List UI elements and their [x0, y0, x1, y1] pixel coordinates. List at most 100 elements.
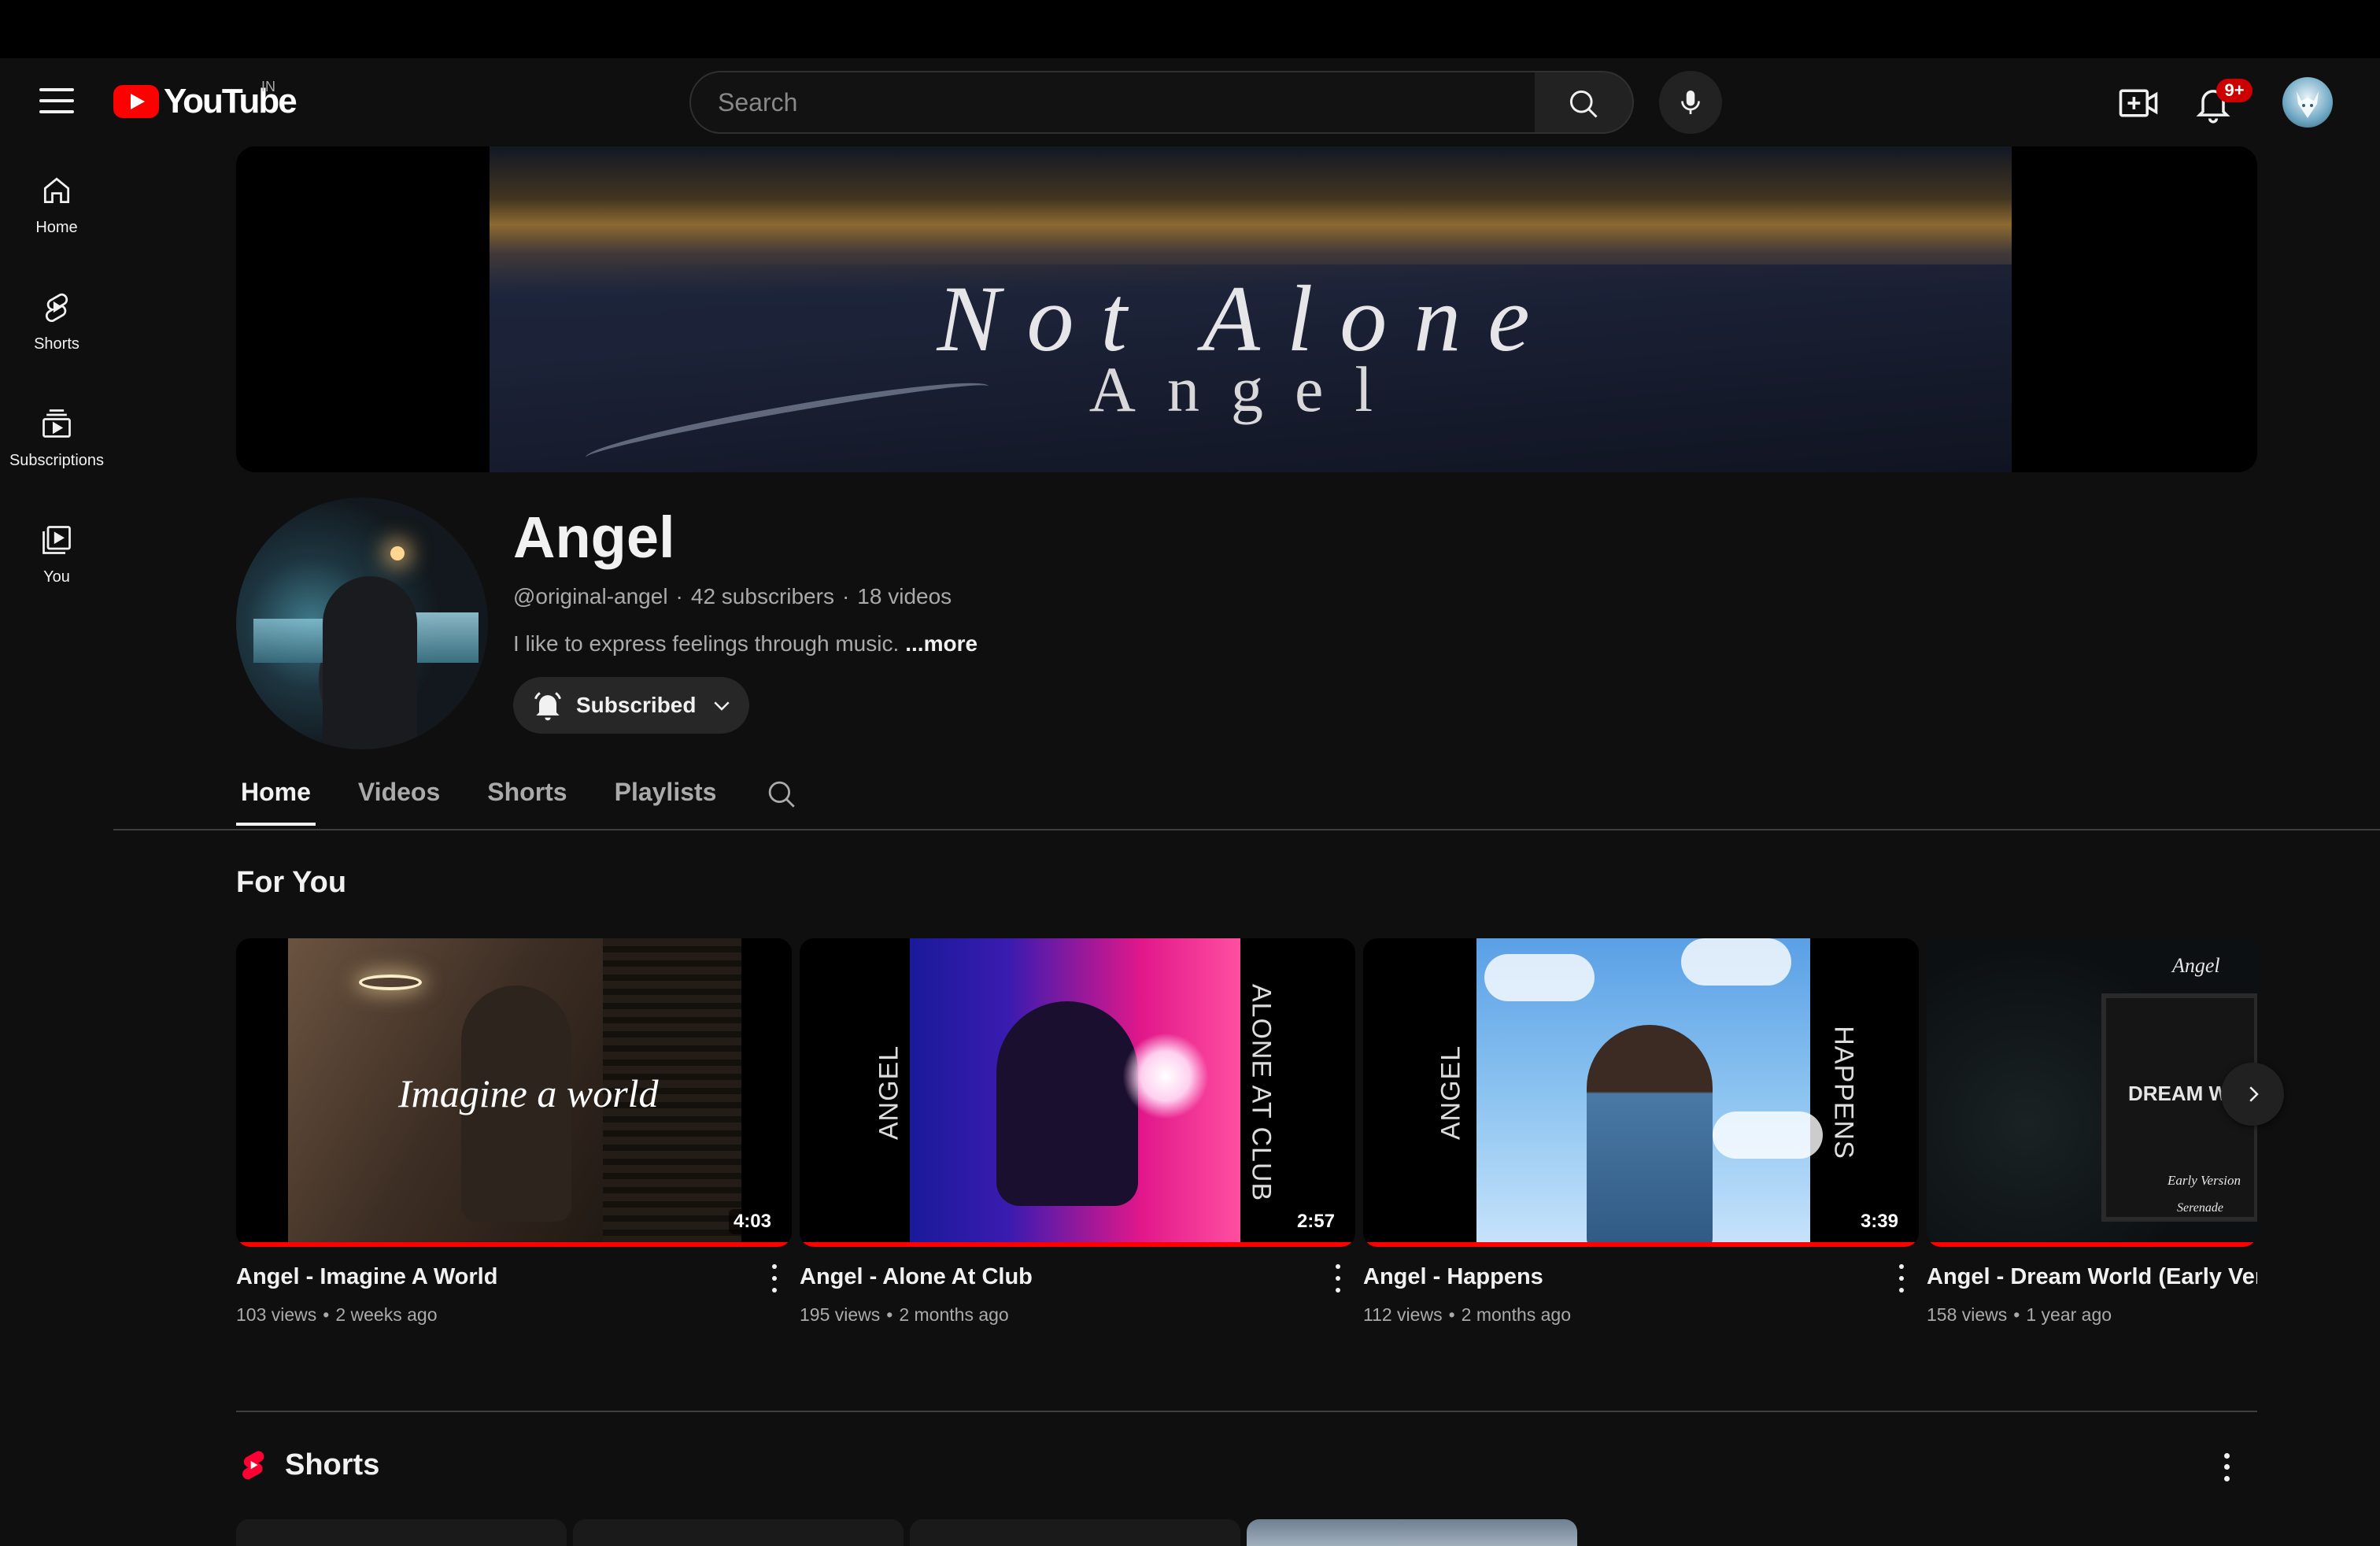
guide-item-subscriptions[interactable]: Subscriptions — [0, 379, 113, 496]
tab-home[interactable]: Home — [236, 765, 316, 826]
more-actions-icon[interactable] — [1330, 1261, 1346, 1296]
guide-item-you[interactable]: You — [0, 496, 113, 612]
short-card[interactable] — [1247, 1519, 1577, 1546]
thumbnail-art: Imagine a world — [288, 938, 741, 1247]
logo-text: YouTube — [164, 82, 298, 120]
thumb-cloud — [1713, 1111, 1823, 1159]
video-thumbnail[interactable]: Imagine a world 4:03 — [236, 938, 792, 1247]
view-count: 195 views — [800, 1304, 881, 1325]
guide-label-you: You — [43, 568, 70, 586]
video-duration: 2:57 — [1292, 1209, 1340, 1234]
guide-item-home[interactable]: Home — [0, 146, 113, 263]
notification-badge: 9+ — [2216, 79, 2252, 102]
more-actions-icon[interactable] — [767, 1261, 782, 1296]
video-card[interactable]: Angel DREAM W Early Version Serenade Ang… — [1927, 938, 2257, 1326]
thumbnail-text-mid: DREAM W — [2128, 1082, 2229, 1105]
thumbnail-text-bottom: Serenade — [2177, 1201, 2223, 1215]
avatar-monitor-left — [253, 619, 326, 663]
view-count: 112 views — [1363, 1304, 1443, 1325]
short-card[interactable] — [910, 1519, 1240, 1546]
thumb-light — [1122, 1033, 1209, 1119]
thumbnail-art — [1476, 938, 1823, 1247]
upload-age: 2 months ago — [899, 1304, 1009, 1325]
channel-handle[interactable]: @original-angel — [513, 584, 668, 609]
channel-banner: Not Alone Angel — [236, 146, 2257, 472]
subscriptions-icon — [42, 409, 71, 438]
account-avatar[interactable] — [2282, 77, 2333, 128]
shelf-next-button[interactable] — [2221, 1063, 2284, 1126]
voice-search-button[interactable] — [1659, 71, 1722, 134]
channel-search-button[interactable] — [765, 778, 798, 815]
avatar-lamp — [390, 546, 405, 560]
thumbnail-side-text-left: ANGEL — [1436, 1045, 1466, 1141]
thumbnail-side-text-right: HAPPENS — [1828, 1026, 1859, 1160]
video-title[interactable]: Angel - Dream World (Early Versio — [1927, 1264, 2257, 1290]
video-thumbnail[interactable]: ANGEL HAPPENS 3:39 — [1363, 938, 1919, 1247]
view-count: 158 views — [1927, 1304, 2008, 1325]
video-thumbnail[interactable]: ANGEL ALONE AT CLUB 2:57 — [800, 938, 1355, 1247]
video-meta: 103 views • 2 weeks ago — [236, 1304, 792, 1326]
thumb-figure — [1587, 1025, 1713, 1247]
video-card[interactable]: ANGEL ALONE AT CLUB 2:57 Angel - Alone A… — [800, 938, 1355, 1326]
menu-icon[interactable] — [39, 88, 74, 117]
video-meta: 195 views • 2 months ago — [800, 1304, 1355, 1326]
home-icon — [43, 177, 70, 203]
more-actions-icon[interactable] — [1894, 1261, 1909, 1296]
search-icon — [1569, 90, 1598, 118]
create-button[interactable] — [2117, 82, 2164, 126]
tab-videos[interactable]: Videos — [353, 765, 445, 826]
thumb-figure — [996, 1001, 1138, 1206]
search-icon — [769, 781, 796, 808]
upload-age: 2 months ago — [1461, 1304, 1572, 1325]
video-count: 18 videos — [857, 584, 952, 608]
search-button[interactable] — [1535, 71, 1634, 134]
tabs-divider — [113, 829, 2380, 830]
video-title[interactable]: Angel - Happens — [1363, 1264, 1919, 1290]
video-thumbnail[interactable]: Angel DREAM W Early Version Serenade — [1927, 938, 2257, 1247]
video-card[interactable]: Imagine a world 4:03 Angel - Imagine A W… — [236, 938, 792, 1326]
watch-progress-bar — [800, 1242, 1355, 1247]
bell-filled-icon — [534, 692, 561, 721]
more-link[interactable]: ...more — [905, 631, 978, 656]
meta-separator: · — [675, 584, 683, 608]
guide-label-shorts: Shorts — [34, 335, 79, 353]
shorts-shelf-header: Shorts — [236, 1445, 379, 1485]
banner-subtitle: Angel — [1088, 353, 1405, 425]
video-duration: 3:39 — [1855, 1209, 1903, 1234]
search-input[interactable] — [691, 72, 1535, 132]
thumbnail-art — [910, 938, 1240, 1247]
region-label: IN — [261, 79, 275, 94]
watch-progress-bar — [1927, 1242, 2257, 1247]
thumbnail-side-text-left: ANGEL — [874, 1045, 904, 1141]
for-you-shelf: Imagine a world 4:03 Angel - Imagine A W… — [236, 938, 2257, 1348]
thumbnail-text-low: Early Version — [2168, 1173, 2241, 1188]
channel-description[interactable]: I like to express feelings through music… — [513, 631, 978, 656]
more-actions-icon[interactable] — [2215, 1450, 2238, 1485]
tab-shorts[interactable]: Shorts — [482, 765, 571, 826]
subscribed-button[interactable]: Subscribed — [513, 677, 749, 734]
thumb-cloud — [1484, 954, 1595, 1001]
short-card[interactable] — [236, 1519, 567, 1546]
meta-separator: • — [1448, 1304, 1455, 1325]
channel-meta: @original-angel · 42 subscribers · 18 vi… — [513, 584, 952, 609]
meta-separator: · — [841, 584, 850, 608]
channel-tabs: Home Videos Shorts Playlists — [236, 765, 798, 830]
video-title[interactable]: Angel - Alone At Club — [800, 1264, 1355, 1290]
guide-rail: Home Shorts Subscriptions You — [0, 146, 113, 612]
guide-label-home: Home — [35, 218, 78, 236]
guide-item-shorts[interactable]: Shorts — [0, 263, 113, 379]
watch-progress-bar — [1363, 1242, 1919, 1247]
description-text: I like to express feelings through music… — [513, 631, 900, 656]
shorts-row — [236, 1519, 1584, 1546]
tab-playlists[interactable]: Playlists — [610, 765, 722, 826]
thumb-cloud — [1681, 938, 1791, 986]
video-card[interactable]: ANGEL HAPPENS 3:39 Angel - Happens 112 v… — [1363, 938, 1919, 1326]
avatar-figure — [323, 576, 417, 749]
channel-avatar[interactable] — [236, 497, 488, 749]
youtube-play-icon — [113, 85, 159, 118]
short-card[interactable] — [573, 1519, 904, 1546]
video-title[interactable]: Angel - Imagine A World — [236, 1264, 792, 1290]
guide-label-subscriptions: Subscriptions — [9, 451, 105, 469]
upload-age: 1 year ago — [2026, 1304, 2112, 1325]
thumbnail-art: Angel DREAM W Early Version Serenade — [1927, 938, 2257, 1247]
